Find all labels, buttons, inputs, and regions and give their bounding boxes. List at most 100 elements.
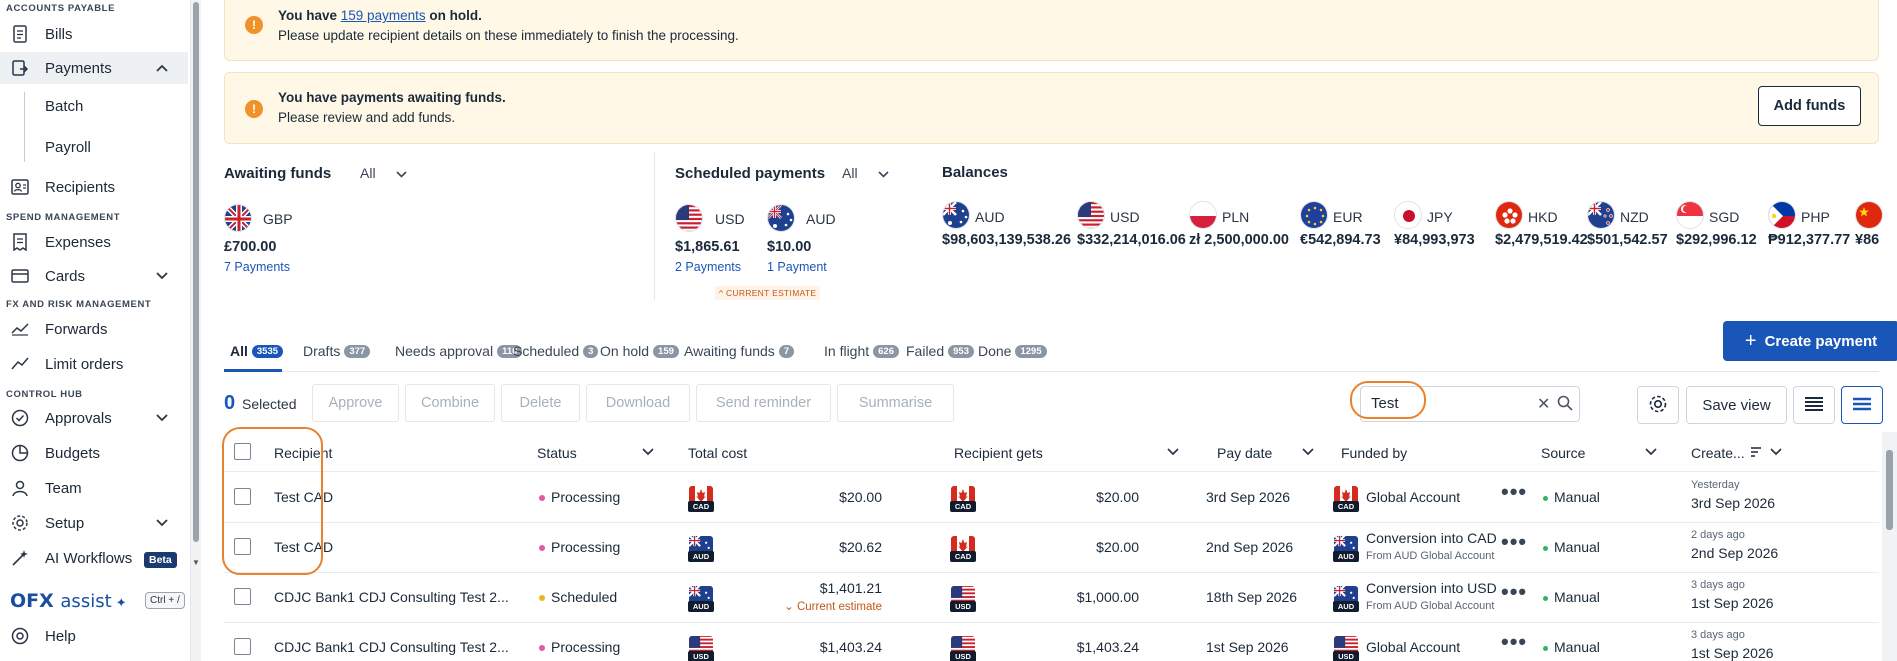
combine-button[interactable]: Combine — [405, 384, 495, 422]
recipient-name[interactable]: CDJC Bank1 CDJ Consulting Test 2... — [274, 589, 509, 605]
row-divider — [224, 522, 1879, 523]
payments-icon — [11, 59, 29, 77]
payments-link[interactable]: 1 Payment — [767, 260, 827, 274]
chevron-down-icon[interactable] — [1770, 447, 1782, 459]
chevron-down-icon[interactable] — [156, 516, 168, 530]
tab-count-badge: 3 — [583, 344, 599, 358]
sidebar-item-approvals[interactable]: Approvals — [0, 402, 188, 434]
sidebar-item-label: Budgets — [45, 444, 101, 462]
tab-in-flight[interactable]: In flight 626 — [824, 343, 899, 359]
sidebar-item-team[interactable]: Team — [0, 472, 188, 504]
usd-flag-icon — [1077, 201, 1105, 229]
section-control-hub: CONTROL HUB — [6, 389, 83, 400]
tab-awaiting-funds[interactable]: Awaiting funds 7 — [684, 343, 795, 359]
sidebar-item-cards[interactable]: Cards — [0, 260, 188, 292]
sidebar-item-forwards[interactable]: Forwards — [0, 313, 188, 345]
sidebar-item-budgets[interactable]: Budgets — [0, 437, 188, 469]
tab-needs-approval[interactable]: Needs approval 110 — [395, 343, 523, 359]
status-dot — [539, 645, 545, 652]
tab-on-hold[interactable]: On hold 159 — [600, 343, 679, 359]
status: Processing — [539, 489, 620, 505]
search-icon[interactable] — [1557, 395, 1573, 414]
tab-label: Done — [978, 343, 1012, 359]
list-view-button[interactable] — [1793, 386, 1835, 424]
col-status[interactable]: Status — [537, 445, 577, 461]
settings-button[interactable] — [1637, 386, 1679, 424]
row-checkbox[interactable] — [234, 638, 251, 655]
col-funded-by[interactable]: Funded by — [1341, 445, 1407, 461]
approve-button[interactable]: Approve — [312, 384, 399, 422]
sidebar-item-label: Payments — [45, 59, 112, 77]
scroll-down-arrow[interactable]: ▼ — [192, 558, 200, 567]
sidebar-item-help[interactable]: Help — [0, 620, 188, 652]
more-options-icon[interactable]: ••• — [1501, 579, 1527, 605]
col-total-cost[interactable]: Total cost — [688, 445, 747, 461]
divider — [654, 152, 655, 300]
col-created[interactable]: Create... — [1691, 445, 1745, 461]
eur-flag-icon — [1300, 201, 1328, 229]
more-options-icon[interactable]: ••• — [1501, 529, 1527, 555]
scheduled-filter[interactable]: All — [842, 165, 889, 181]
status: Scheduled — [539, 589, 617, 605]
sidebar-item-bills[interactable]: Bills — [0, 18, 188, 50]
tab-failed[interactable]: Failed 953 — [906, 343, 974, 359]
sidebar-scrollbar[interactable]: ▼ — [190, 0, 201, 661]
clear-icon[interactable]: ✕ — [1537, 394, 1550, 414]
more-options-icon[interactable]: ••• — [1501, 629, 1527, 655]
awaiting-funds-filter[interactable]: All — [360, 165, 407, 181]
sidebar-item-payments[interactable]: Payments — [0, 52, 188, 84]
create-payment-button[interactable]: + Create payment — [1723, 321, 1897, 361]
estimate-label: CURRENT ESTIMATE — [725, 288, 817, 298]
payments-link[interactable]: 2 Payments — [675, 260, 741, 274]
add-funds-button[interactable]: Add funds — [1758, 86, 1861, 126]
recipient-name[interactable]: CDJC Bank1 CDJ Consulting Test 2... — [274, 639, 509, 655]
col-pay-date[interactable]: Pay date — [1217, 445, 1272, 461]
tab-done[interactable]: Done 1295 — [978, 343, 1047, 359]
scroll-thumb[interactable] — [193, 2, 199, 542]
ofx-assist-button[interactable]: OFX assist ✦ — [10, 590, 127, 612]
tab-all[interactable]: All 3535 — [230, 343, 284, 359]
chevron-down-icon — [395, 165, 407, 181]
aud-flag-icon — [942, 201, 970, 229]
table-scrollbar[interactable] — [1882, 432, 1897, 661]
chevron-down-icon[interactable] — [1167, 447, 1179, 459]
chevron-down-icon[interactable] — [156, 411, 168, 425]
tab-scheduled[interactable]: Scheduled 3 — [513, 343, 599, 359]
pay-date: 2nd Sep 2026 — [1206, 539, 1294, 555]
chevron-up-icon[interactable] — [156, 61, 168, 75]
balance-amount: ¥84,993,973 — [1394, 232, 1475, 248]
summarise-button[interactable]: Summarise — [837, 384, 954, 422]
chevron-down-icon[interactable] — [156, 269, 168, 283]
row-checkbox[interactable] — [234, 588, 251, 605]
sidebar-item-batch[interactable]: Batch — [45, 98, 83, 115]
sidebar-item-payroll[interactable]: Payroll — [45, 139, 91, 156]
download-button[interactable]: Download — [586, 384, 690, 422]
delete-button[interactable]: Delete — [501, 384, 580, 422]
chevron-down-icon[interactable] — [642, 447, 654, 459]
save-view-button[interactable]: Save view — [1686, 386, 1787, 424]
scroll-thumb[interactable] — [1886, 450, 1893, 530]
gear-icon — [11, 514, 29, 532]
col-recipient-gets[interactable]: Recipient gets — [954, 445, 1043, 461]
payments-link[interactable]: 7 Payments — [224, 260, 290, 274]
tab-label: Drafts — [303, 343, 341, 359]
sidebar-item-expenses[interactable]: Expenses — [0, 226, 188, 258]
jpy-flag-icon — [1394, 201, 1422, 229]
sidebar-item-limit-orders[interactable]: Limit orders — [0, 348, 188, 380]
row-divider — [224, 622, 1879, 623]
sidebar-item-recipients[interactable]: Recipients — [0, 171, 188, 203]
funded-by: Global Account — [1366, 489, 1461, 505]
sort-icon[interactable] — [1750, 447, 1762, 460]
sidebar-item-setup[interactable]: Setup — [0, 507, 188, 539]
hkd-flag-icon — [1495, 201, 1523, 229]
col-source[interactable]: Source — [1541, 445, 1585, 461]
chevron-down-icon[interactable] — [1645, 447, 1657, 459]
more-options-icon[interactable]: ••• — [1501, 479, 1527, 505]
on-hold-payments-link[interactable]: 159 payments — [341, 8, 426, 23]
send-reminder-button[interactable]: Send reminder — [696, 384, 831, 422]
compact-view-button[interactable] — [1841, 386, 1883, 424]
chevron-down-icon[interactable] — [1302, 447, 1314, 459]
currency-flag-icon: USD — [949, 634, 977, 661]
currency-code: PLN — [1222, 209, 1250, 225]
tab-drafts[interactable]: Drafts 377 — [303, 343, 371, 359]
